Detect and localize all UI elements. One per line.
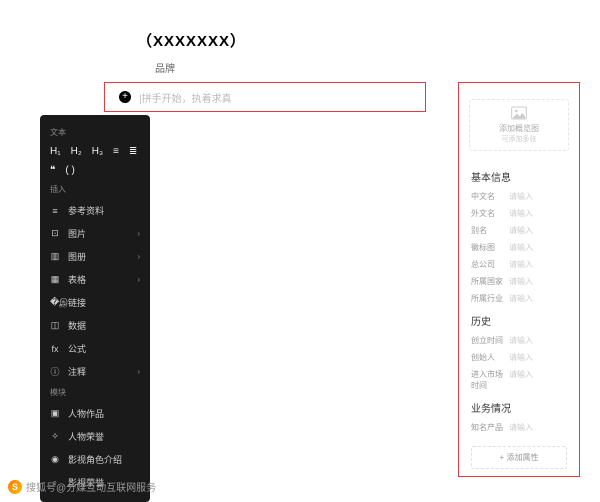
field-label: 所属行业 (471, 293, 509, 304)
add-attribute-button[interactable]: + 添加属性 (471, 446, 567, 469)
side-panel: 添加概览图 可添加多张 基本信息 中文名请输入外文名请输入别名请输入徽标图请输入… (458, 82, 580, 477)
page-title: （XXXXXXX） (137, 30, 246, 51)
quote-row[interactable]: ❝( ) (40, 161, 150, 180)
chevron-right-icon: › (137, 252, 140, 261)
insert-item-6[interactable]: fx 公式 (40, 337, 150, 360)
field-row[interactable]: 中文名请输入 (459, 188, 579, 205)
field-row[interactable]: 外文名请输入 (459, 205, 579, 222)
field-value: 请输入 (509, 208, 533, 219)
item-label: 数据 (68, 319, 86, 332)
item-icon: ⓘ (50, 365, 60, 378)
main-input[interactable]: + |拼手开始，执着求真 (104, 82, 426, 112)
field-row[interactable]: 别名请输入 (459, 222, 579, 239)
field-row[interactable]: 创始人请输入 (459, 349, 579, 366)
field-row[interactable]: 徽标图请输入 (459, 239, 579, 256)
field-label: 所属国家 (471, 276, 509, 287)
insert-item-5[interactable]: ◫ 数据 (40, 314, 150, 337)
insert-item-2[interactable]: ▥ 图册 › (40, 245, 150, 268)
item-label: 表格 (68, 273, 86, 286)
tab-brand[interactable]: 品牌 (155, 60, 175, 75)
section-module: 模块 (40, 383, 150, 402)
field-label: 创始人 (471, 352, 509, 363)
field-label: 创立时间 (471, 335, 509, 346)
item-icon: ▦ (50, 274, 60, 285)
item-label: 图片 (68, 227, 86, 240)
image-icon (511, 106, 527, 120)
item-icon: ▥ (50, 251, 60, 262)
field-row[interactable]: 知名产品请输入 (459, 419, 579, 436)
field-value: 请输入 (509, 225, 533, 236)
item-icon: ▣ (50, 408, 60, 419)
field-value: 请输入 (509, 276, 533, 287)
item-label: 链接 (68, 296, 86, 309)
watermark: S 搜狐号@分媒互动互联网服务 (8, 479, 156, 494)
field-label: 别名 (471, 225, 509, 236)
item-label: 参考资料 (68, 204, 104, 217)
insert-item-1[interactable]: ⊡ 图片 › (40, 222, 150, 245)
item-icon: ◉ (50, 454, 60, 465)
section-text: 文本 (40, 123, 150, 142)
insert-item-4[interactable]: �இ 链接 (40, 291, 150, 314)
field-label: 进入市场时间 (471, 369, 509, 391)
item-label: 人物荣誉 (68, 430, 104, 443)
field-row[interactable]: 创立时间请输入 (459, 332, 579, 349)
heading-row[interactable]: H₁H₂H₃≡≣ (40, 142, 150, 161)
item-label: 注释 (68, 365, 86, 378)
item-icon: ⊡ (50, 228, 60, 239)
chevron-right-icon: › (137, 275, 140, 284)
plus-icon: + (119, 91, 131, 103)
item-label: 公式 (68, 342, 86, 355)
field-value: 请输入 (509, 352, 533, 363)
field-label: 知名产品 (471, 422, 509, 433)
input-placeholder: |拼手开始，执着求真 (139, 90, 232, 105)
section-insert: 插入 (40, 180, 150, 199)
field-value: 请输入 (509, 191, 533, 202)
item-icon: �இ (50, 297, 60, 309)
field-label: 总公司 (471, 259, 509, 270)
field-label: 外文名 (471, 208, 509, 219)
field-value: 请输入 (509, 369, 533, 391)
section-business: 业务情况 (459, 394, 579, 419)
module-item-2[interactable]: ◉ 影视角色介绍 (40, 448, 150, 471)
item-label: 图册 (68, 250, 86, 263)
insert-item-7[interactable]: ⓘ 注释 › (40, 360, 150, 383)
field-value: 请输入 (509, 259, 533, 270)
section-basic: 基本信息 (459, 163, 579, 188)
item-icon: ◫ (50, 320, 60, 331)
insert-item-0[interactable]: ≡ 参考资料 (40, 199, 150, 222)
insert-item-3[interactable]: ▦ 表格 › (40, 268, 150, 291)
item-icon: fx (50, 344, 60, 354)
item-icon: ✧ (50, 431, 60, 442)
add-image-box[interactable]: 添加概览图 可添加多张 (469, 99, 569, 151)
item-label: 影视角色介绍 (68, 453, 122, 466)
field-row[interactable]: 进入市场时间请输入 (459, 366, 579, 394)
module-item-0[interactable]: ▣ 人物作品 (40, 402, 150, 425)
field-label: 中文名 (471, 191, 509, 202)
chevron-right-icon: › (137, 367, 140, 376)
item-icon: ≡ (50, 206, 60, 216)
chevron-right-icon: › (137, 229, 140, 238)
section-history: 历史 (459, 307, 579, 332)
sohu-logo-icon: S (8, 480, 22, 494)
field-label: 徽标图 (471, 242, 509, 253)
item-label: 人物作品 (68, 407, 104, 420)
field-row[interactable]: 所属国家请输入 (459, 273, 579, 290)
module-item-1[interactable]: ✧ 人物荣誉 (40, 425, 150, 448)
toolbar: 文本 H₁H₂H₃≡≣ ❝( ) 插入 ≡ 参考资料 ⊡ 图片 › ▥ 图册 › ▦ 表格 › �இ 链… (40, 115, 150, 502)
field-row[interactable]: 总公司请输入 (459, 256, 579, 273)
field-row[interactable]: 所属行业请输入 (459, 290, 579, 307)
field-value: 请输入 (509, 293, 533, 304)
field-value: 请输入 (509, 335, 533, 346)
field-value: 请输入 (509, 242, 533, 253)
field-value: 请输入 (509, 422, 533, 433)
